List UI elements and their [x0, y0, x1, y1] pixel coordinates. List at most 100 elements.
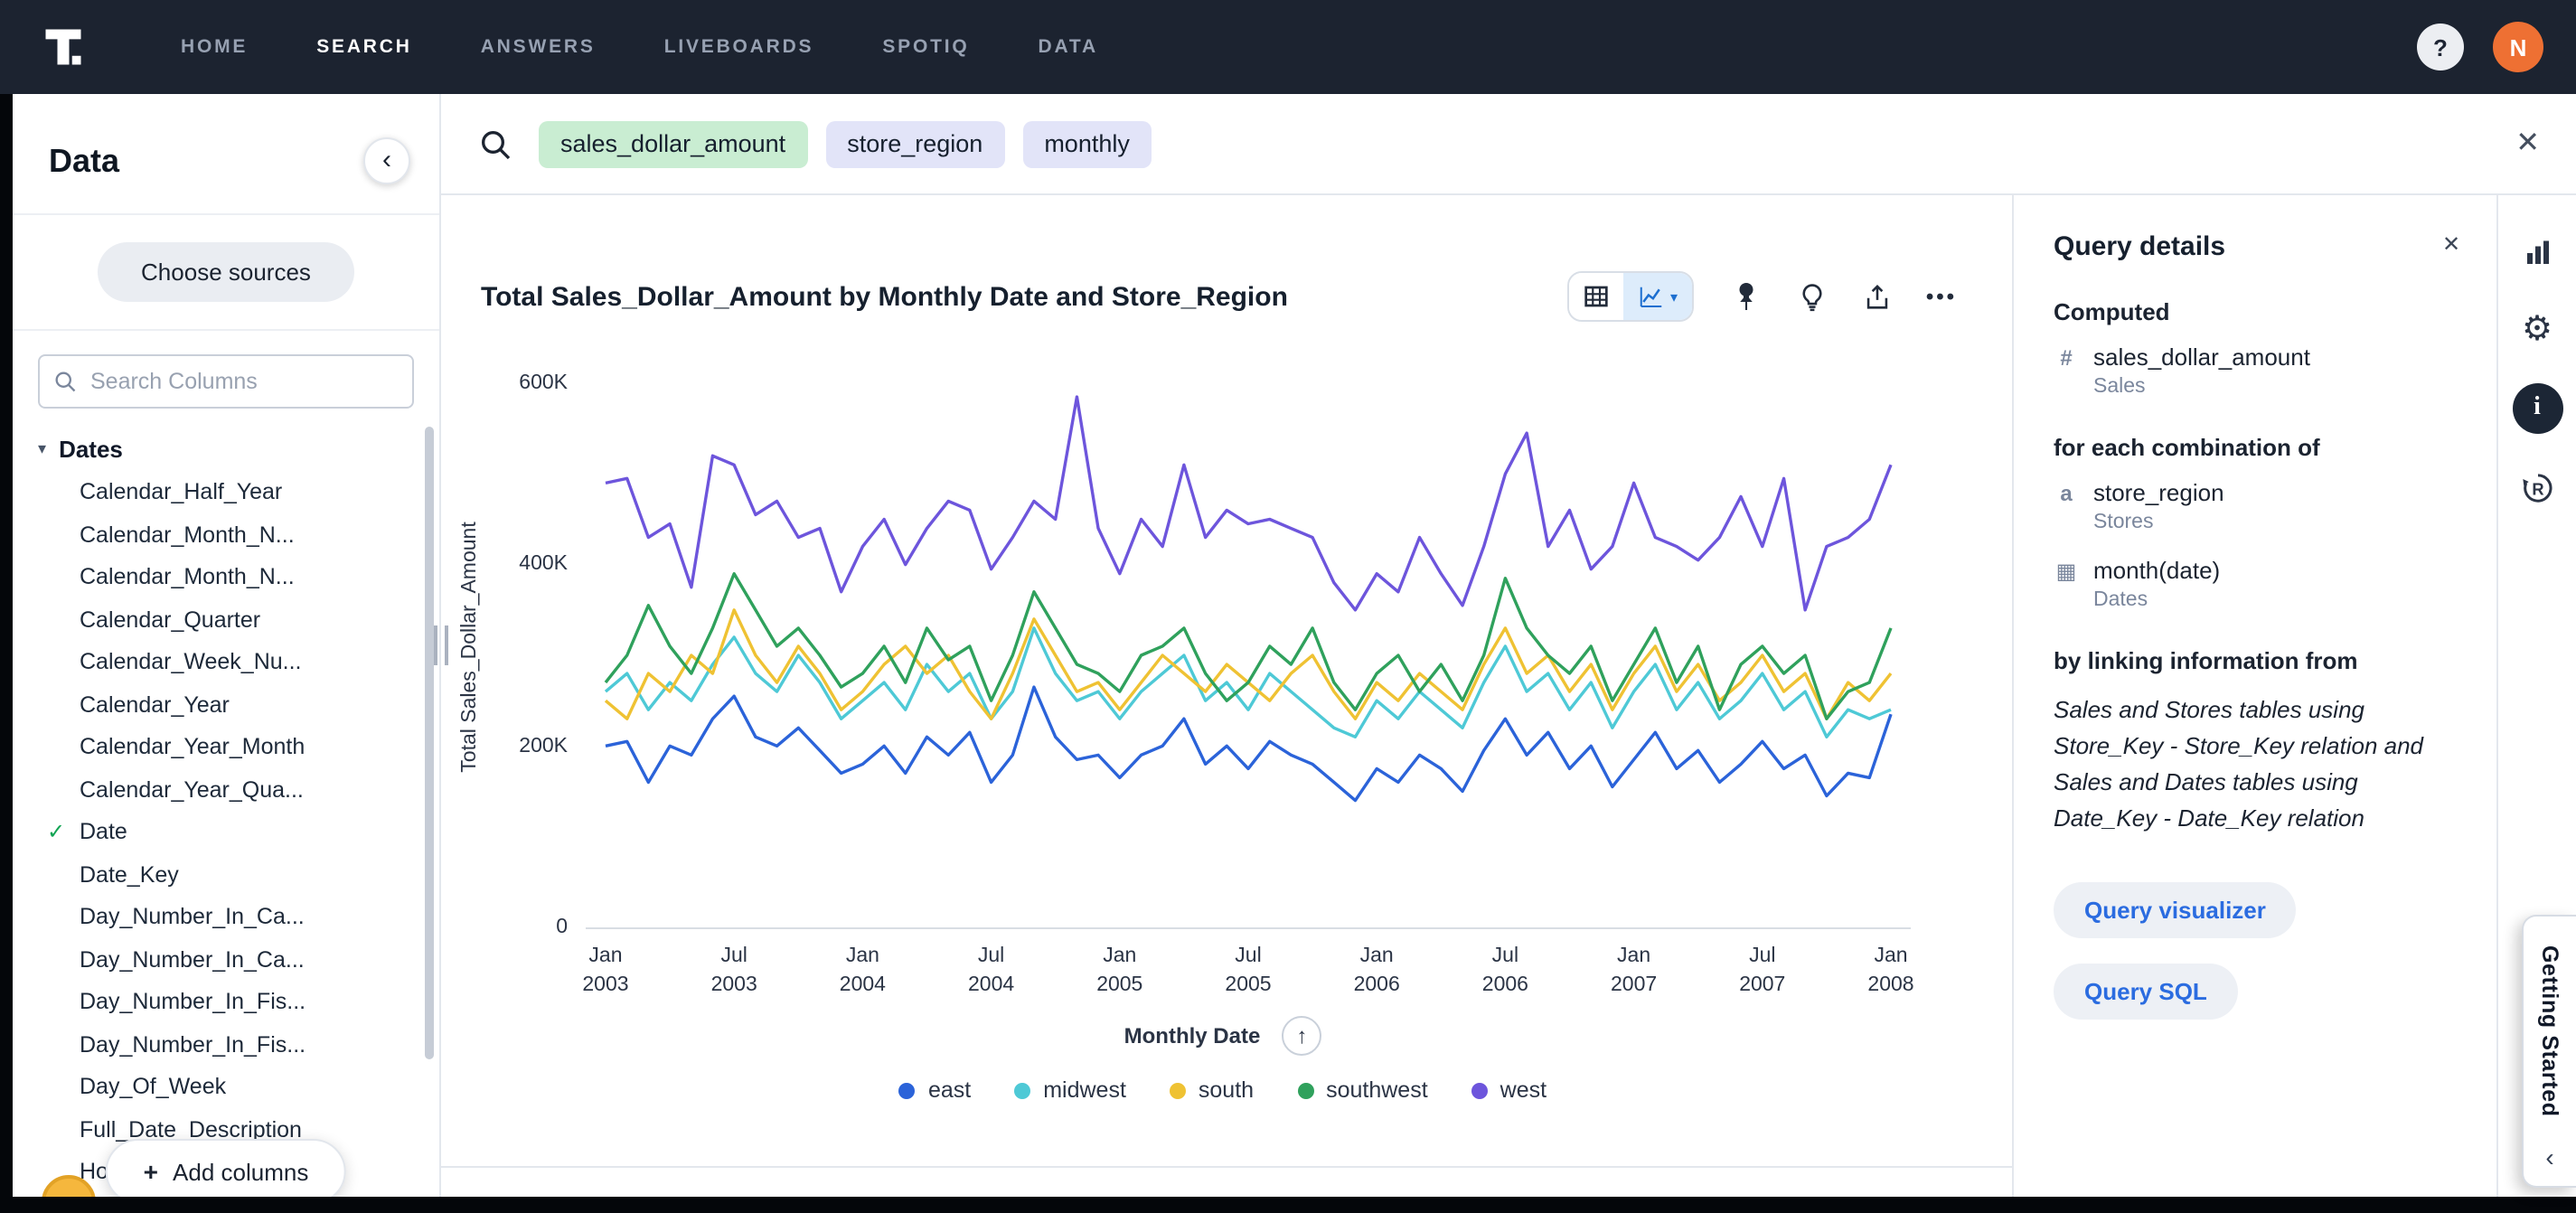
add-columns-button[interactable]: + Add columns — [106, 1139, 347, 1197]
legend-item-south[interactable]: south — [1170, 1077, 1254, 1103]
chart-legend: east midwest south southwest west — [481, 1077, 1965, 1103]
column-label: Full_Date_Description — [80, 1116, 302, 1142]
r-analysis-icon[interactable]: R — [2515, 466, 2559, 510]
column-item[interactable]: Day_Number_In_Ca... — [13, 897, 439, 939]
search-token-store_region[interactable]: store_region — [825, 120, 1004, 167]
legend-item-midwest[interactable]: midwest — [1014, 1077, 1126, 1103]
column-item[interactable]: Calendar_Year_Month — [13, 727, 439, 769]
legend-item-west[interactable]: west — [1471, 1077, 1547, 1103]
y-tick-label: 600K — [519, 372, 568, 394]
clear-search-button[interactable]: ✕ — [2515, 129, 2540, 158]
search-icon — [477, 126, 513, 162]
spotiq-insights-button[interactable] — [1788, 273, 1835, 320]
legend-dot — [1014, 1082, 1030, 1098]
query-visualizer-button[interactable]: Query visualizer — [2054, 881, 2297, 937]
nav-right: ? N — [2417, 22, 2543, 72]
search-token-monthly[interactable]: monthly — [1022, 120, 1152, 167]
column-label: Date — [80, 819, 127, 844]
column-label: Calendar_Month_N... — [80, 522, 295, 547]
field-name: sales_dollar_amount — [2093, 343, 2310, 371]
svg-text:R: R — [2531, 480, 2543, 499]
chart-view-icon[interactable]: ▾ — [1623, 273, 1692, 320]
field-source: Sales — [2093, 376, 2457, 398]
x-tick-label: Jul2005 — [1225, 942, 1271, 1000]
legend-dot — [1471, 1082, 1488, 1098]
getting-started-label: Getting Started — [2537, 945, 2562, 1117]
column-item[interactable]: Date_Key — [13, 854, 439, 897]
close-query-details-button[interactable]: ✕ — [2431, 224, 2471, 264]
x-tick-label: Jul2006 — [1482, 942, 1528, 1000]
table-view-icon[interactable] — [1569, 273, 1623, 320]
legend-item-southwest[interactable]: southwest — [1297, 1077, 1428, 1103]
getting-started-tab[interactable]: Getting Started ‹ — [2522, 915, 2576, 1188]
field-name-row: #sales_dollar_amount — [2054, 343, 2457, 371]
column-item[interactable]: Calendar_Month_N... — [13, 557, 439, 599]
column-item[interactable]: Day_Number_In_Fis... — [13, 982, 439, 1024]
sidebar-scrollbar[interactable] — [425, 427, 434, 1059]
nav-item-data[interactable]: DATA — [1039, 36, 1098, 58]
query-details-header: Query details — [2054, 231, 2457, 262]
column-item[interactable]: Calendar_Year_Qua... — [13, 769, 439, 812]
share-button[interactable] — [1853, 273, 1900, 320]
query-details-info-icon[interactable]: i — [2512, 383, 2562, 434]
legend-label: south — [1199, 1077, 1254, 1103]
search-bar[interactable]: sales_dollar_amount store_region monthly ✕ — [441, 94, 2576, 195]
column-label: Calendar_Year — [80, 691, 230, 717]
column-item[interactable]: Day_Number_In_Ca... — [13, 939, 439, 982]
more-options-button[interactable]: ••• — [1918, 273, 1965, 320]
sidebar-resize-handle[interactable] — [434, 625, 448, 665]
answer-chart-card: Total Sales_Dollar_Amount by Monthly Dat… — [441, 195, 2012, 1197]
chart-canvas[interactable] — [586, 383, 1911, 927]
collapse-getting-started-icon[interactable]: ‹ — [2545, 1142, 2553, 1171]
search-tokens: sales_dollar_amount store_region monthly — [539, 120, 2490, 167]
nav-item-answers[interactable]: ANSWERS — [481, 36, 596, 58]
search-columns-input[interactable] — [38, 354, 414, 409]
legend-dot — [1170, 1082, 1186, 1098]
column-label: Calendar_Half_Year — [80, 479, 282, 504]
legend-dot — [1297, 1082, 1313, 1098]
sort-ascending-button[interactable]: ↑ — [1282, 1016, 1321, 1056]
top-nav: HOME SEARCH ANSWERS LIVEBOARDS SPOTIQ DATA ? … — [0, 0, 2576, 94]
user-avatar[interactable]: N — [2493, 22, 2543, 72]
column-item[interactable]: Day_Of_Week — [13, 1067, 439, 1109]
nav-item-home[interactable]: HOME — [181, 36, 248, 58]
display-mode-toggle: ▾ — [1567, 271, 1694, 322]
series-line-west — [606, 397, 1891, 610]
settings-gear-icon[interactable]: ⚙ — [2515, 307, 2559, 351]
column-label: Calendar_Week_Nu... — [80, 649, 302, 674]
query-sql-button[interactable]: Query SQL — [2054, 963, 2238, 1019]
attribute-icon: a — [2054, 480, 2079, 505]
column-item[interactable]: Calendar_Year — [13, 684, 439, 727]
chart-config-icon[interactable] — [2515, 231, 2559, 275]
column-label: Date_Key — [80, 861, 179, 887]
legend-dot — [899, 1082, 916, 1098]
search-token-sales_dollar_amount[interactable]: sales_dollar_amount — [539, 120, 807, 167]
computed-fields: #sales_dollar_amount Sales — [2054, 343, 2457, 398]
legend-item-east[interactable]: east — [899, 1077, 971, 1103]
data-sidebar: Data ‹ Choose sources ▾ Dates Calendar_H… — [13, 94, 441, 1197]
column-item[interactable]: ✓Date — [13, 812, 439, 854]
chart-plot: 600K400K200K0 Jan2003Jul2003Jan2004Jul20… — [586, 383, 1911, 929]
pin-button[interactable] — [1723, 273, 1770, 320]
x-tick-label: Jan2003 — [582, 942, 628, 1000]
column-label: Day_Number_In_Fis... — [80, 1031, 306, 1057]
column-search — [38, 354, 414, 409]
column-item[interactable]: Calendar_Quarter — [13, 599, 439, 642]
column-item[interactable]: Day_Number_In_Fis... — [13, 1024, 439, 1067]
nav-item-search[interactable]: SEARCH — [316, 36, 412, 58]
column-item[interactable]: Calendar_Month_N... — [13, 514, 439, 557]
x-tick-label: Jul2003 — [711, 942, 757, 1000]
column-label: Day_Of_Week — [80, 1074, 226, 1099]
nav-item-spotiq[interactable]: SPOTIQ — [882, 36, 969, 58]
nav-item-liveboards[interactable]: LIVEBOARDS — [664, 36, 814, 58]
choose-sources-button[interactable]: Choose sources — [98, 242, 354, 302]
x-tick-label: Jul2007 — [1739, 942, 1785, 1000]
column-item[interactable]: Calendar_Half_Year — [13, 472, 439, 514]
column-label: Day_Number_In_Ca... — [80, 946, 305, 972]
collapse-sidebar-button[interactable]: ‹ — [363, 137, 410, 184]
query-details-title: Query details — [2054, 231, 2457, 262]
thoughtspot-logo-icon[interactable] — [40, 24, 87, 71]
help-button[interactable]: ? — [2417, 24, 2464, 71]
column-item[interactable]: Calendar_Week_Nu... — [13, 642, 439, 684]
tree-group-dates[interactable]: ▾ Dates — [13, 427, 439, 472]
